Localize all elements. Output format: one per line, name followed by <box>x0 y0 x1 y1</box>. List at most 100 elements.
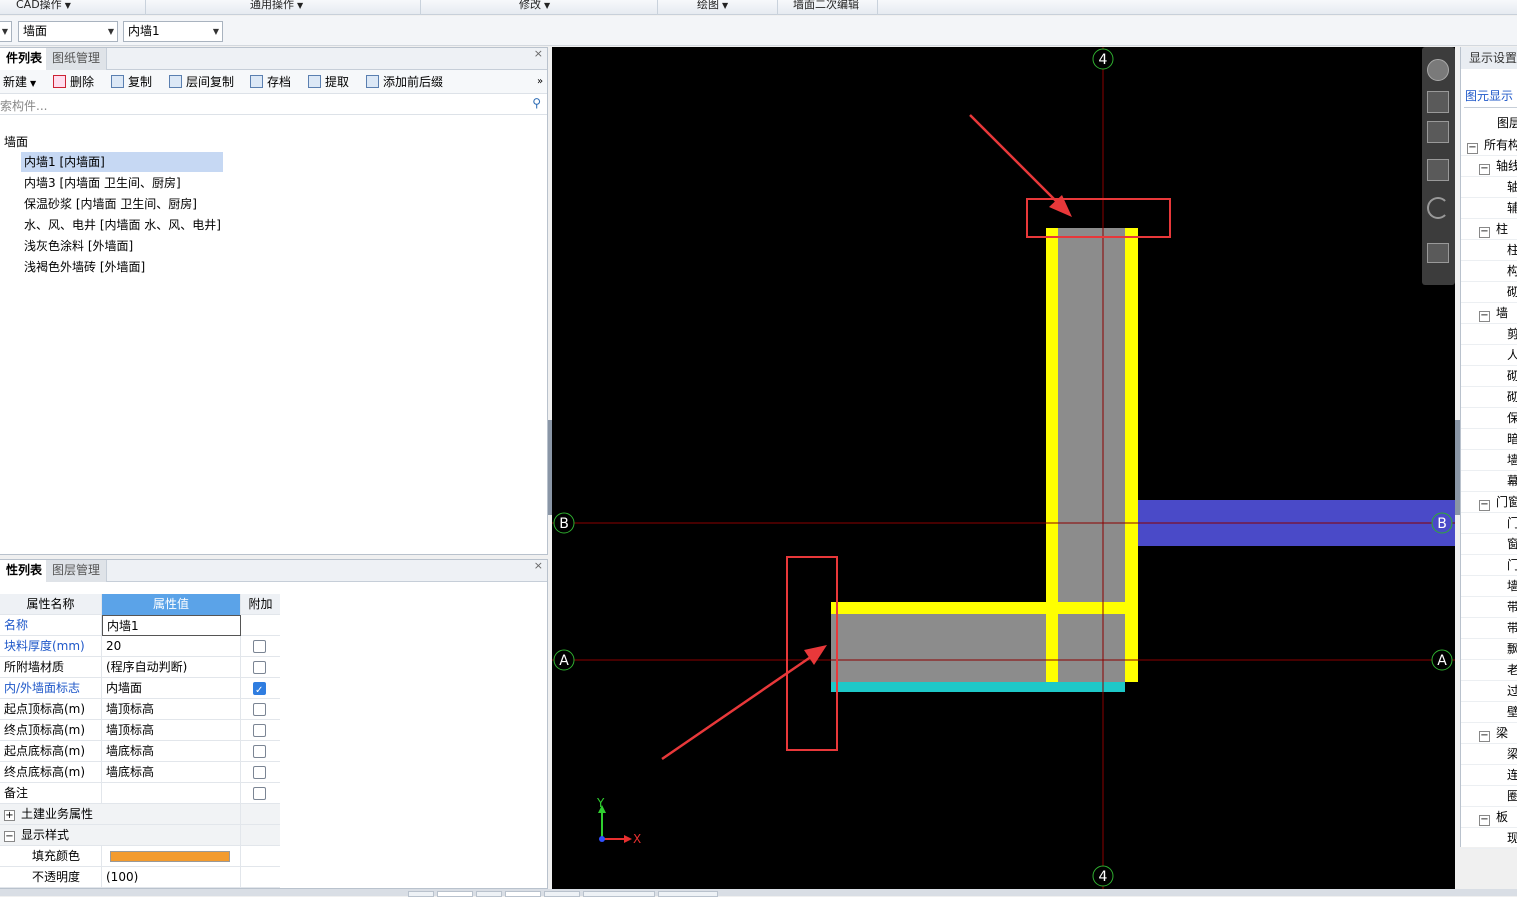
add-affix-button[interactable]: 添加前后缀 <box>366 73 443 91</box>
layer-tree-item[interactable]: 保 <box>1461 408 1517 429</box>
archive-button[interactable]: 存档 <box>250 73 291 91</box>
layer-tree-item[interactable]: 壁 <box>1461 702 1517 723</box>
menu-modify[interactable]: 修改 ▼ <box>519 0 550 13</box>
collapse-icon[interactable]: − <box>1479 500 1490 511</box>
property-value[interactable]: (程序自动判断) <box>102 657 241 678</box>
layer-tree-item[interactable]: 带 <box>1461 618 1517 639</box>
component-combo[interactable]: 内墙1 ▼ <box>123 21 223 42</box>
layer-tree-item[interactable]: 圈 <box>1461 786 1517 807</box>
group-civil-properties[interactable]: + 土建业务属性 <box>0 804 280 825</box>
layer-tree-item[interactable]: 门 <box>1461 513 1517 534</box>
layer-tree-item[interactable]: 构 <box>1461 261 1517 282</box>
attach-checkbox[interactable] <box>253 703 266 716</box>
view-3d-icon[interactable] <box>1427 91 1449 113</box>
property-value[interactable]: 墙顶标高 <box>102 699 241 720</box>
property-value[interactable]: 20 <box>102 636 241 657</box>
layer-tree-item[interactable]: − 墙 <box>1461 303 1517 324</box>
attach-checkbox[interactable] <box>253 787 266 800</box>
layer-tree-item[interactable]: − 柱 <box>1461 219 1517 240</box>
property-value[interactable]: 墙底标高 <box>102 762 241 783</box>
tree-item[interactable]: 保温砂浆 [内墙面 卫生间、厨房] <box>21 194 197 214</box>
tree-item[interactable]: 浅灰色涂料 [外墙面] <box>21 236 133 256</box>
layer-tree-item[interactable]: 剪 <box>1461 324 1517 345</box>
wall-face-junction[interactable] <box>1046 602 1058 682</box>
search-input[interactable]: 索构件... <box>0 97 47 114</box>
menu-wall-secondary-edit[interactable]: 墙面二次编辑 <box>793 0 859 13</box>
component-search[interactable]: 索构件... ⚲ <box>0 95 547 115</box>
wall-face-cyan[interactable] <box>831 682 1125 692</box>
new-button[interactable]: 新建 ▼ <box>3 73 36 91</box>
close-icon[interactable]: × <box>534 47 543 60</box>
attach-checkbox[interactable] <box>253 745 266 758</box>
tree-item[interactable]: 内墙3 [内墙面 卫生间、厨房] <box>21 173 181 193</box>
collapse-icon[interactable]: − <box>1479 731 1490 742</box>
menu-general-ops[interactable]: 通用操作 ▼ <box>250 0 303 13</box>
layer-tree-item[interactable]: 砌 <box>1461 366 1517 387</box>
tab-drawing-management[interactable]: 图纸管理 <box>46 48 108 70</box>
wall-fill-horizontal[interactable] <box>831 614 1125 682</box>
menu-cad-ops[interactable]: CAD操作 ▼ <box>16 0 71 13</box>
type-combo[interactable]: 墙面 ▼ <box>18 21 118 42</box>
layer-tree-item[interactable]: 飘 <box>1461 639 1517 660</box>
bottom-tab[interactable] <box>437 891 473 897</box>
tab-property-list[interactable]: 性列表 <box>0 560 50 582</box>
layer-tree-item[interactable]: 砌 <box>1461 282 1517 303</box>
property-value[interactable]: 内墙1 <box>102 615 241 636</box>
fill-color-swatch[interactable] <box>110 851 230 862</box>
group-display-style[interactable]: − 显示样式 <box>0 825 280 846</box>
collapse-icon[interactable]: − <box>4 831 15 842</box>
bottom-tab[interactable] <box>544 891 580 897</box>
collapse-icon[interactable]: − <box>1479 227 1490 238</box>
bottom-tab[interactable] <box>505 891 541 897</box>
view-cube-icon[interactable] <box>1427 121 1449 143</box>
layer-tree-item[interactable]: 带 <box>1461 597 1517 618</box>
floor-copy-button[interactable]: 层间复制 <box>169 73 234 91</box>
layer-tree-item[interactable]: 墙 <box>1461 576 1517 597</box>
tab-layer-management[interactable]: 图层管理 <box>46 560 108 582</box>
search-icon[interactable]: ⚲ <box>532 96 541 110</box>
opacity-value[interactable]: (100) <box>102 867 241 888</box>
attach-checkbox[interactable] <box>253 640 266 653</box>
tab-component-list[interactable]: 件列表 <box>0 48 50 70</box>
tree-item[interactable]: 浅褐色外墙砖 [外墙面] <box>21 257 145 277</box>
layer-tree-item[interactable]: 老 <box>1461 660 1517 681</box>
layer-tree-item[interactable]: 轴 <box>1461 177 1517 198</box>
attach-checkbox[interactable] <box>253 681 266 699</box>
fill-color-value[interactable] <box>102 846 241 867</box>
layer-tree-item[interactable]: 墙 <box>1461 450 1517 471</box>
close-icon[interactable]: × <box>534 559 543 572</box>
rotate-icon[interactable] <box>1427 197 1449 219</box>
attach-checkbox[interactable] <box>253 661 266 674</box>
layer-tree-item[interactable]: −轴线 <box>1461 156 1517 177</box>
view-box-icon[interactable] <box>1427 159 1449 181</box>
bottom-tab[interactable] <box>583 891 655 897</box>
copy-button[interactable]: 复制 <box>111 73 152 91</box>
layer-tree-item[interactable]: −门窗 <box>1461 492 1517 513</box>
layer-tree-item[interactable]: 现 <box>1461 828 1517 849</box>
menu-draw[interactable]: 绘图 ▼ <box>697 0 728 13</box>
attach-checkbox[interactable] <box>253 766 266 779</box>
layer-tree-item[interactable]: − 梁 <box>1461 723 1517 744</box>
layer-tree-item[interactable]: 窗 <box>1461 534 1517 555</box>
delete-button[interactable]: 删除 <box>53 73 94 91</box>
tree-root-wall-face[interactable]: 墙面 <box>4 133 28 150</box>
tree-item[interactable]: 水、风、电井 [内墙面 水、风、电井] <box>21 215 221 235</box>
overflow-button[interactable]: » <box>537 73 543 91</box>
layer-tree-item[interactable]: − 板 <box>1461 807 1517 828</box>
layer-tree-item[interactable]: 砌 <box>1461 387 1517 408</box>
wall-face-horizontal[interactable] <box>831 602 1138 614</box>
table-icon[interactable] <box>1427 243 1449 263</box>
layer-tree-item[interactable]: 辅 <box>1461 198 1517 219</box>
layer-tree-item[interactable]: 门 <box>1461 555 1517 576</box>
collapse-icon[interactable]: − <box>1479 311 1490 322</box>
bottom-tab[interactable] <box>408 891 434 897</box>
orbit-icon[interactable] <box>1427 59 1449 81</box>
property-value[interactable]: 墙底标高 <box>102 741 241 762</box>
property-value[interactable] <box>102 783 241 804</box>
layer-tree-item[interactable]: − 所有构 <box>1461 135 1517 156</box>
layer-tree-item[interactable]: 过 <box>1461 681 1517 702</box>
tab-element-display[interactable]: 图元显示 <box>1465 87 1513 104</box>
tree-item[interactable]: 内墙1 [内墙面] <box>21 152 223 172</box>
bottom-tab[interactable] <box>658 891 718 897</box>
extract-button[interactable]: 提取 <box>308 73 349 91</box>
